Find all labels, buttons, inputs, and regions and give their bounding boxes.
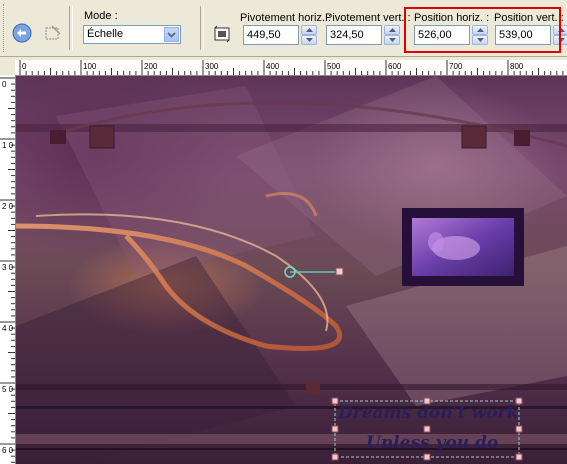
ruler-label: 300 xyxy=(205,62,219,71)
vertical-ruler: 0 1 0 0 2 0 0 3 0 0 4 0 0 5 0 0 6 0 0 xyxy=(0,75,16,464)
ruler-label: 0 xyxy=(22,62,27,71)
ruler-label: 700 xyxy=(449,62,463,71)
image-canvas[interactable]: Dreams don't work Unless you do xyxy=(16,76,567,464)
mode-select-value: Échelle xyxy=(87,28,124,40)
toolbar-grip[interactable] xyxy=(3,4,7,52)
canvas-text-line1: Dreams don't work xyxy=(337,403,518,423)
ruler-label: 800 xyxy=(510,62,524,71)
ruler-corner xyxy=(0,60,15,75)
spin-up-icon[interactable] xyxy=(384,25,400,35)
spin-up-icon[interactable] xyxy=(301,25,317,35)
mode-select[interactable]: Échelle xyxy=(83,25,181,44)
pivot-vertical-stepper[interactable] xyxy=(384,25,400,45)
ruler-label: 100 xyxy=(83,62,97,71)
undo-arrow-icon xyxy=(12,23,32,43)
ruler-label: 200 xyxy=(144,62,158,71)
toolbar-separator xyxy=(69,6,73,50)
tool-options-toolbar: Mode : Échelle Pivotement horiz. : 449,5… xyxy=(0,0,567,57)
reset-button[interactable] xyxy=(42,22,64,44)
pivot-vertical-input[interactable]: 324,50 xyxy=(326,25,382,45)
artwork-layer: Dreams don't work Unless you do xyxy=(16,76,567,464)
ruler-label: 0 xyxy=(2,80,7,89)
ruler-label: 5 0 0 xyxy=(2,385,15,394)
toolbar-separator xyxy=(200,6,204,50)
spin-down-icon[interactable] xyxy=(384,35,400,45)
ruler-label: 1 0 0 xyxy=(2,141,15,150)
chevron-down-icon[interactable] xyxy=(164,27,179,42)
ruler-label: 500 xyxy=(327,62,341,71)
pivot-horizontal-input[interactable]: 449,50 xyxy=(243,25,299,45)
ruler-label: 400 xyxy=(266,62,280,71)
pivot-horizontal-stepper[interactable] xyxy=(301,25,317,45)
frame-icon xyxy=(214,25,230,43)
mode-label: Mode : xyxy=(84,10,118,22)
vertical-ruler-scale: 0 1 0 0 2 0 0 3 0 0 4 0 0 5 0 0 6 0 0 xyxy=(0,77,15,463)
apply-button[interactable] xyxy=(11,22,33,44)
ruler-label: 2 0 0 xyxy=(2,202,15,211)
pivot-vertical-label: Pivotement vert. : xyxy=(325,12,411,24)
selection-transform-icon xyxy=(45,25,61,40)
ruler-label: 6 0 0 xyxy=(2,446,15,455)
horizontal-ruler-scale: 0 100 200 300 400 500 600 700 800 xyxy=(19,60,564,75)
highlight-box xyxy=(404,7,561,53)
pivot-horizontal-label: Pivotement horiz. : xyxy=(240,12,332,24)
spin-down-icon[interactable] xyxy=(301,35,317,45)
canvas-text-line2: Unless you do xyxy=(366,433,498,453)
ruler-label: 600 xyxy=(388,62,402,71)
horizontal-ruler: 0 100 200 300 400 500 600 700 800 xyxy=(15,60,567,76)
ruler-label: 4 0 0 xyxy=(2,324,15,333)
ruler-label: 3 0 0 xyxy=(2,263,15,272)
film-frame-button[interactable] xyxy=(211,23,233,45)
